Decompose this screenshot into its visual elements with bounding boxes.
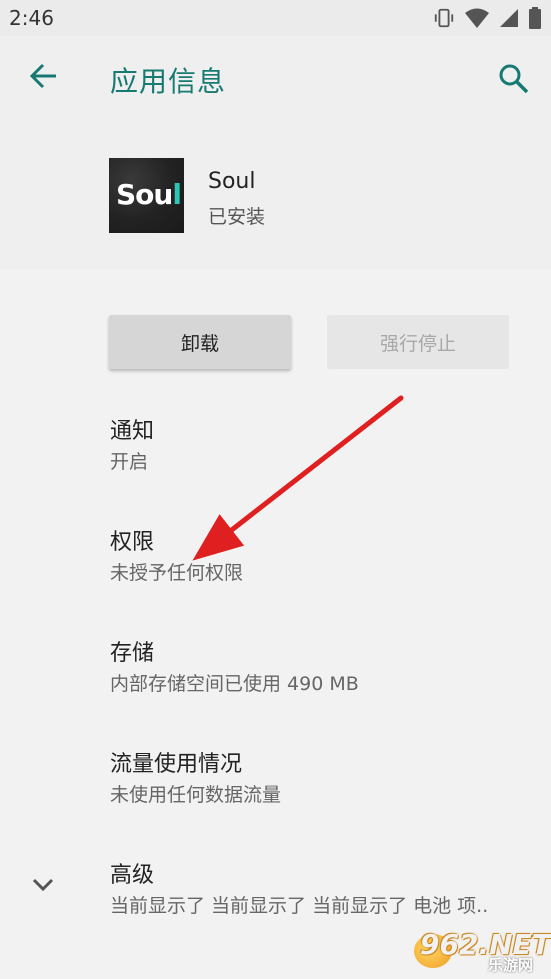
- watermark-sub: 乐游网: [488, 956, 534, 974]
- search-icon: [499, 64, 529, 94]
- battery-icon: [529, 7, 541, 29]
- force-stop-button: 强行停止: [327, 315, 509, 369]
- setting-subtitle: 开启: [110, 451, 149, 473]
- setting-title: 权限: [110, 530, 155, 555]
- page-title: 应用信息: [110, 65, 227, 98]
- vibrate-icon: [434, 8, 454, 28]
- watermark: 962.NET 乐游网: [414, 928, 551, 974]
- wifi-icon: [465, 8, 489, 28]
- signal-icon: [500, 9, 518, 27]
- arrow-back-icon: [29, 63, 56, 89]
- setting-notifications[interactable]: 通知 开启: [0, 413, 551, 513]
- back-button[interactable]: [28, 60, 60, 92]
- setting-data-usage[interactable]: 流量使用情况 未使用任何数据流量: [0, 746, 551, 846]
- uninstall-button[interactable]: 卸载: [109, 315, 291, 369]
- app-header: [0, 36, 551, 269]
- setting-subtitle: 未使用任何数据流量: [110, 784, 282, 806]
- setting-storage[interactable]: 存储 内部存储空间已使用 490 MB: [0, 635, 551, 735]
- status-bar: 2:46: [0, 0, 551, 36]
- setting-subtitle: 未授予任何权限: [110, 562, 244, 584]
- chevron-down-icon[interactable]: [30, 874, 56, 894]
- status-time: 2:46: [9, 6, 54, 30]
- setting-title: 通知: [110, 419, 155, 444]
- app-icon-logo: Soul: [116, 178, 182, 211]
- app-icon-logo-accent: l: [172, 178, 182, 211]
- app-icon-logo-main: Sou: [116, 178, 173, 211]
- app-name: Soul: [208, 169, 256, 194]
- search-button[interactable]: [497, 62, 531, 96]
- setting-subtitle: 当前显示了 当前显示了 当前显示了 电池 项..: [110, 895, 489, 917]
- status-icons: [433, 7, 541, 29]
- app-icon: Soul: [109, 158, 184, 233]
- setting-title: 存储: [110, 641, 155, 666]
- setting-subtitle: 内部存储空间已使用 490 MB: [110, 673, 359, 695]
- setting-title: 高级: [110, 863, 155, 888]
- setting-permissions[interactable]: 权限 未授予任何权限: [0, 524, 551, 624]
- setting-title: 流量使用情况: [110, 752, 243, 777]
- app-install-status: 已安装: [208, 206, 266, 228]
